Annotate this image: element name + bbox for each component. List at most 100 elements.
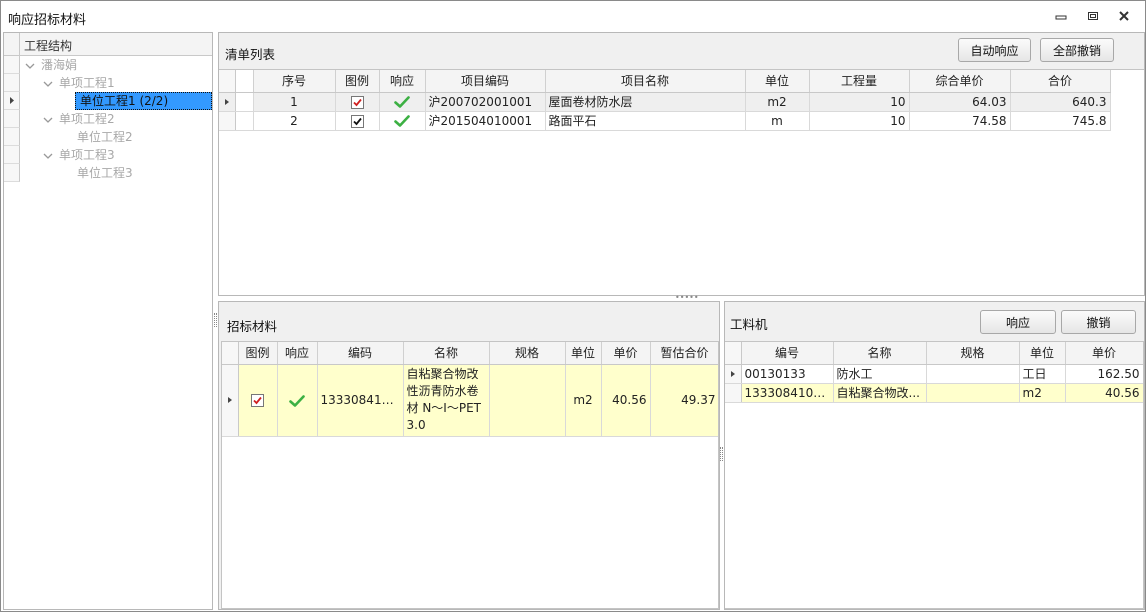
col-unit[interactable]: 单位 [1019,342,1066,365]
chevron-down-icon[interactable] [43,115,53,125]
respond-button[interactable]: 响应 [980,310,1056,334]
col-spec[interactable]: 规格 [926,342,1020,365]
table-row[interactable]: 1 沪200702001001 屋面卷材防水层 m2 10 64.03 640.… [219,92,1111,112]
cell-legend[interactable] [335,92,380,112]
tender-materials-header-row: 图例 响应 编码 名称 规格 单位 单价 暂估合价 [222,342,718,365]
col-estimated-total[interactable]: 暂估合价 [650,342,718,365]
cell-unit: 工日 [1019,364,1066,384]
cell-item-name: 路面平石 [545,111,746,131]
green-check-icon [394,115,410,127]
col-response[interactable]: 响应 [379,70,426,93]
table-row[interactable]: 2 沪201504010001 路面平石 m 10 74.58 745.8 [219,111,1111,131]
col-item-code[interactable]: 项目编码 [425,70,546,93]
col-unit-price[interactable]: 综合单价 [909,70,1011,93]
cell-legend[interactable] [238,364,278,437]
bill-list-table: 序号 图例 响应 项目编码 项目名称 单位 工程量 综合单价 合价 1 沪200… [219,70,1111,131]
table-row[interactable]: 00130133 防水工 工日 162.50 [725,364,1143,384]
col-number[interactable]: 编号 [741,342,834,365]
tree-node-unit-project-3[interactable]: 单位工程3 [77,164,133,182]
cell-legend[interactable] [335,111,380,131]
chevron-down-icon[interactable] [43,151,53,161]
col-legend[interactable]: 图例 [238,342,278,365]
cell-spec [926,383,1020,403]
cell-unit: m2 [1019,383,1066,403]
col-item-name[interactable]: 项目名称 [545,70,746,93]
cell-item-name: 屋面卷材防水层 [545,92,746,112]
cell-code: 1333084100... [317,364,404,437]
middle-splitter-grip[interactable] [720,447,723,461]
row-pointer-icon [224,98,229,105]
col-name[interactable]: 名称 [403,342,490,365]
bill-list-grid: 序号 图例 响应 项目编码 项目名称 单位 工程量 综合单价 合价 1 沪200… [219,69,1144,295]
cell-response [379,111,426,131]
cell-name: 自粘聚合物改... [833,383,927,403]
dialog-window: 响应招标材料 工程结构 潘海娟 单项工程1 单位工程1 (2/2) 单项工程2 … [0,0,1146,612]
col-response[interactable]: 响应 [277,342,318,365]
minimize-button[interactable] [1053,9,1069,23]
labor-materials-grid: 编号 名称 规格 单位 单价 00130133 防水工 工日 162.50 13… [725,341,1144,609]
col-total[interactable]: 合价 [1010,70,1111,93]
cell-name: 自粘聚合物改性沥青防水卷材 N～I～PET 3.0 [403,364,490,437]
table-row[interactable]: 1333084100... 自粘聚合物改性沥青防水卷材 N～I～PET 3.0 … [222,364,718,437]
table-row[interactable]: 13330841000... 自粘聚合物改... m2 40.56 [725,383,1143,403]
cell-price: 40.56 [1065,383,1143,403]
col-seq[interactable]: 序号 [253,70,336,93]
col-code[interactable]: 编码 [317,342,404,365]
bill-list-header-row: 序号 图例 响应 项目编码 项目名称 单位 工程量 综合单价 合价 [219,70,1111,93]
cell-name: 防水工 [833,364,927,384]
col-price[interactable]: 单价 [601,342,651,365]
restore-icon [1088,12,1098,20]
cell-seq: 2 [253,111,336,131]
cell-unit: m2 [565,364,602,437]
tree-node-single-project-1[interactable]: 单项工程1 [59,74,115,92]
labor-materials-panel: 工料机 响应 撤销 编号 名称 规格 单位 单价 00130133 防水工 工日… [724,301,1145,610]
close-button[interactable] [1116,9,1132,23]
col-unit[interactable]: 单位 [565,342,602,365]
cell-spec [489,364,566,437]
left-splitter-grip[interactable] [214,313,217,327]
col-unit[interactable]: 单位 [745,70,810,93]
tree-node-unit-project-1[interactable]: 单位工程1 (2/2) [75,92,212,110]
checkbox-icon[interactable] [350,95,364,109]
tree-node-root[interactable]: 潘海娟 [41,56,77,74]
tree-header-label: 工程结构 [24,39,73,53]
cell-total: 640.3 [1010,92,1111,112]
tender-materials-title: 招标材料 [227,319,278,334]
col-name[interactable]: 名称 [833,342,927,365]
tender-materials-panel: 招标材料 图例 响应 编码 名称 规格 单位 单价 暂估合价 133308410… [218,301,720,610]
cell-seq: 1 [253,92,336,112]
checkbox-icon[interactable] [350,114,364,128]
checkbox-icon[interactable] [251,394,264,407]
cell-price: 40.56 [601,364,651,437]
close-icon [1119,11,1129,21]
chevron-down-icon[interactable] [25,61,35,71]
cell-quantity: 10 [809,111,910,131]
row-pointer-icon [227,397,232,403]
tree-node-single-project-3[interactable]: 单项工程3 [59,146,115,164]
cell-number: 00130133 [741,364,834,384]
col-legend[interactable]: 图例 [335,70,380,93]
cell-number: 13330841000... [741,383,834,403]
cancel-button[interactable]: 撤销 [1061,310,1136,334]
cell-spec [926,364,1020,384]
restore-button[interactable] [1085,9,1101,23]
col-price[interactable]: 单价 [1065,342,1143,365]
row-pointer-icon [10,97,14,104]
bill-list-title: 清单列表 [225,47,276,62]
cell-price: 162.50 [1065,364,1143,384]
chevron-down-icon[interactable] [43,79,53,89]
auto-respond-button[interactable]: 自动响应 [958,38,1031,62]
cell-estimated-total: 49.37 [650,364,718,437]
tree-node-single-project-2[interactable]: 单项工程2 [59,110,115,128]
cancel-all-button[interactable]: 全部撤销 [1040,38,1114,62]
col-quantity[interactable]: 工程量 [809,70,910,93]
tender-materials-table: 图例 响应 编码 名称 规格 单位 单价 暂估合价 1333084100... … [222,342,718,437]
cell-unit: m2 [745,92,810,112]
green-check-icon [394,96,410,108]
labor-materials-header-row: 编号 名称 规格 单位 单价 [725,342,1143,365]
window-title: 响应招标材料 [8,13,87,28]
tree-node-unit-project-2[interactable]: 单位工程2 [77,128,133,146]
col-spec[interactable]: 规格 [489,342,566,365]
cell-item-code: 沪200702001001 [425,92,546,112]
tender-materials-grid: 图例 响应 编码 名称 规格 单位 单价 暂估合价 1333084100... … [221,341,719,609]
